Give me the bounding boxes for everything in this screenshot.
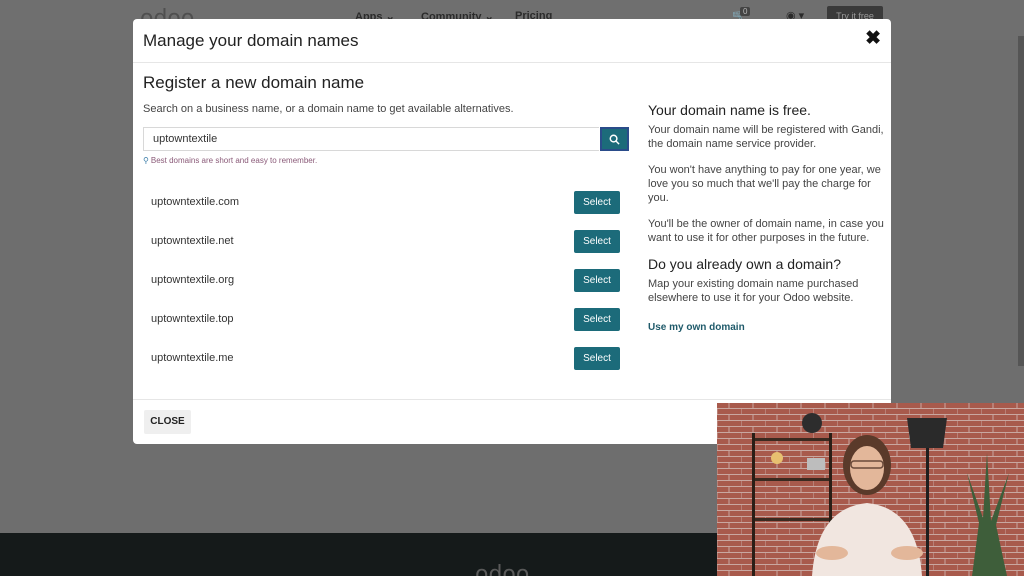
use-my-own-domain-link[interactable]: Use my own domain — [648, 322, 745, 333]
search-icon — [609, 134, 620, 145]
search-button[interactable] — [600, 127, 629, 151]
modal-title: Manage your domain names — [143, 31, 359, 50]
free-domain-text-1: Your domain name will be registered with… — [648, 124, 884, 150]
domain-search — [143, 127, 629, 151]
domain-row: uptowntextile.org Select — [151, 269, 621, 293]
domain-name: uptowntextile.net — [151, 235, 234, 247]
own-domain-title: Do you already own a domain? — [648, 256, 842, 272]
domain-modal: Manage your domain names ✖ Register a ne… — [133, 19, 891, 444]
footer-logo: odoo — [475, 562, 530, 576]
domain-row: uptowntextile.me Select — [151, 347, 621, 371]
domain-search-input[interactable] — [143, 127, 599, 151]
close-button[interactable]: CLOSE — [144, 410, 191, 434]
search-description: Search on a business name, or a domain n… — [143, 103, 514, 115]
cart-count-badge: 0 — [740, 7, 751, 16]
select-domain-button[interactable]: Select — [574, 308, 620, 331]
free-domain-text-2: You won't have anything to pay for one y… — [648, 164, 881, 204]
domain-row: uptowntextile.top Select — [151, 308, 621, 332]
own-domain-text: Map your existing domain name purchased … — [648, 278, 859, 304]
free-domain-text-3: You'll be the owner of domain name, in c… — [648, 218, 884, 244]
free-domain-title: Your domain name is free. — [648, 102, 811, 118]
select-domain-button[interactable]: Select — [574, 230, 620, 253]
domain-row: uptowntextile.net Select — [151, 230, 621, 254]
page-scrollbar — [1018, 36, 1024, 366]
select-domain-button[interactable]: Select — [574, 269, 620, 292]
close-icon[interactable]: ✖ — [865, 27, 881, 50]
select-domain-button[interactable]: Select — [574, 347, 620, 370]
domain-name: uptowntextile.org — [151, 274, 235, 286]
lightbulb-icon: ⚲ — [143, 156, 149, 165]
select-domain-button[interactable]: Select — [574, 191, 620, 214]
modal-header: Manage your domain names ✖ — [133, 19, 891, 63]
presenter-video-image — [717, 403, 1024, 576]
domain-name: uptowntextile.me — [151, 352, 234, 364]
presenter-video — [717, 403, 1024, 576]
domain-name: uptowntextile.com — [151, 196, 240, 208]
domain-name: uptowntextile.top — [151, 313, 234, 325]
section-title: Register a new domain name — [143, 73, 365, 92]
search-hint: ⚲ Best domains are short and easy to reme… — [143, 156, 318, 165]
domain-row: uptowntextile.com Select — [151, 191, 621, 215]
